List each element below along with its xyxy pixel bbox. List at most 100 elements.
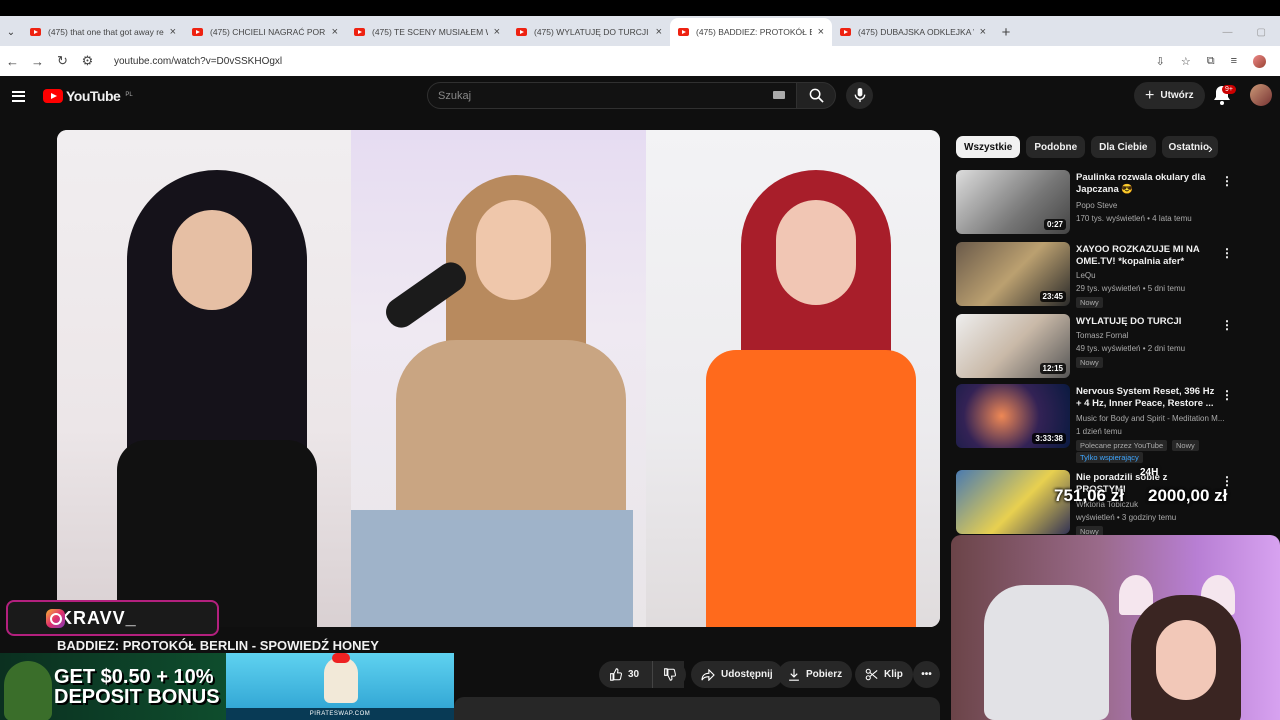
more-actions-button[interactable]: ••• bbox=[913, 661, 940, 688]
extensions-icon[interactable]: ⧉ bbox=[1207, 55, 1215, 68]
new-tab-icon[interactable]: + bbox=[994, 18, 1018, 46]
bookmark-star-icon[interactable]: ☆ bbox=[1181, 55, 1191, 68]
video-player[interactable] bbox=[57, 130, 940, 627]
video-title-main: BADDIEZ: PROTOKÓŁ BERLIN - SPOWIEDŹ HONE… bbox=[57, 638, 379, 653]
channel-name[interactable]: LeQu bbox=[1076, 271, 1096, 280]
video-thumbnail[interactable] bbox=[956, 470, 1070, 534]
share-icon bbox=[701, 668, 715, 681]
more-options-icon[interactable]: ⋮ bbox=[1221, 246, 1233, 260]
browser-tab-6[interactable]: (475) DUBAJSKA ODKLEJKA W × bbox=[832, 18, 994, 46]
tab-close-icon[interactable]: × bbox=[170, 26, 176, 38]
video-panel-right bbox=[645, 130, 940, 627]
video-title[interactable]: Nervous System Reset, 396 Hz + 4 Hz, Inn… bbox=[1076, 386, 1216, 410]
chip-related[interactable]: Podobne bbox=[1026, 136, 1086, 158]
tab-close-icon[interactable]: × bbox=[332, 26, 338, 38]
video-thumbnail[interactable]: 0:27 bbox=[956, 170, 1070, 234]
ad-character bbox=[4, 661, 52, 720]
video-stats: 170 tys. wyświetleń • 4 lata temu bbox=[1076, 214, 1192, 223]
download-button[interactable]: Pobierz bbox=[778, 661, 853, 688]
person-face bbox=[172, 210, 252, 310]
install-app-icon[interactable]: ⇩ bbox=[1156, 55, 1165, 68]
video-thumbnail[interactable]: 12:15 bbox=[956, 314, 1070, 378]
browser-tab-4[interactable]: (475) WYLATUJĘ DO TURCJI - Y × bbox=[508, 18, 670, 46]
chips-next-icon[interactable]: › bbox=[1208, 140, 1213, 156]
back-icon[interactable]: ← bbox=[0, 54, 25, 69]
download-label: Pobierz bbox=[806, 669, 843, 680]
video-title[interactable]: WYLATUJĘ DO TURCJI bbox=[1076, 316, 1216, 328]
tab-title: (475) WYLATUJĘ DO TURCJI - Y bbox=[534, 27, 650, 37]
tab-search-icon[interactable]: ⌄ bbox=[0, 18, 22, 46]
chip-for-you[interactable]: Dla Ciebie bbox=[1091, 136, 1156, 158]
new-badge: Nowy bbox=[1076, 357, 1103, 368]
share-button[interactable]: Udostępnij bbox=[691, 661, 783, 688]
more-horizontal-icon: ••• bbox=[921, 669, 932, 680]
person-jeans bbox=[351, 510, 634, 627]
tab-close-icon[interactable]: × bbox=[494, 26, 500, 38]
recommendation-item[interactable]: 0:27 Paulinka rozwala okulary dla Japcza… bbox=[956, 170, 1236, 236]
plus-icon: + bbox=[1145, 86, 1155, 104]
channel-name[interactable]: Tomasz Fornal bbox=[1076, 331, 1128, 340]
tab-title: (475) TE SCENY MUSIAŁEM WY bbox=[372, 27, 488, 37]
youtube-favicon-icon bbox=[516, 28, 527, 36]
media-controls-icon[interactable]: ≡ bbox=[1231, 55, 1237, 67]
youtube-favicon-icon bbox=[678, 28, 689, 36]
browser-profile-avatar[interactable] bbox=[1253, 54, 1266, 68]
screen-top-strip bbox=[0, 0, 1280, 16]
youtube-favicon-icon bbox=[840, 28, 851, 36]
person-dress bbox=[705, 350, 916, 627]
youtube-logo[interactable]: YouTube PL bbox=[43, 88, 133, 104]
recommendation-item[interactable]: 12:15 WYLATUJĘ DO TURCJI Tomasz Fornal 4… bbox=[956, 314, 1236, 380]
forward-icon[interactable]: → bbox=[25, 54, 50, 69]
keyboard-icon[interactable] bbox=[773, 91, 785, 99]
more-options-icon[interactable]: ⋮ bbox=[1221, 388, 1233, 402]
tab-title: (475) CHCIELI NAGRAĆ POR... bbox=[210, 27, 326, 37]
video-duration: 3:33:38 bbox=[1032, 433, 1066, 444]
account-avatar[interactable] bbox=[1250, 84, 1272, 106]
ad-chicken-mascot bbox=[324, 657, 358, 703]
filter-chips: Wszystkie Podobne Dla Ciebie Ostatnio bbox=[956, 136, 1218, 158]
url-field[interactable]: youtube.com/watch?v=D0vSSKHOgxl bbox=[114, 56, 282, 67]
chip-all[interactable]: Wszystkie bbox=[956, 136, 1021, 158]
reload-icon[interactable]: ↻ bbox=[50, 53, 75, 69]
create-button[interactable]: + Utwórz bbox=[1134, 82, 1205, 109]
browser-tab-2[interactable]: (475) CHCIELI NAGRAĆ POR... × bbox=[184, 18, 346, 46]
donation-goal-label: 24H bbox=[1140, 467, 1159, 478]
minimize-icon[interactable]: — bbox=[1223, 27, 1233, 38]
channel-name[interactable]: Popo Steve bbox=[1076, 201, 1117, 210]
video-title[interactable]: XAYOO ROZKAZUJE MI NA OME.TV! *kopalnia … bbox=[1076, 244, 1216, 268]
search-input[interactable]: Szukaj bbox=[427, 82, 797, 109]
search-button[interactable] bbox=[796, 82, 836, 109]
video-title[interactable]: Paulinka rozwala okulary dla Japczana 😎 bbox=[1076, 172, 1216, 196]
logo-text: YouTube bbox=[66, 88, 121, 104]
description-box[interactable] bbox=[454, 697, 940, 720]
youtube-favicon-icon bbox=[30, 28, 41, 36]
dislike-button[interactable] bbox=[652, 661, 686, 688]
video-stats: 49 tys. wyświetleń • 2 dni temu bbox=[1076, 344, 1186, 353]
more-options-icon[interactable]: ⋮ bbox=[1221, 318, 1233, 332]
more-options-icon[interactable]: ⋮ bbox=[1221, 174, 1233, 188]
recommendation-item[interactable]: 23:45 XAYOO ROZKAZUJE MI NA OME.TV! *kop… bbox=[956, 242, 1236, 308]
address-bar-actions: ⇩ ☆ ⧉ ≡ bbox=[1156, 54, 1280, 68]
tab-close-icon[interactable]: × bbox=[818, 26, 824, 38]
person-face bbox=[775, 200, 856, 305]
maximize-icon[interactable]: ▢ bbox=[1257, 27, 1266, 38]
menu-icon[interactable] bbox=[12, 90, 25, 102]
voice-search-button[interactable] bbox=[846, 82, 873, 109]
video-thumbnail[interactable]: 23:45 bbox=[956, 242, 1070, 306]
recommendation-item[interactable]: 3:33:38 Nervous System Reset, 396 Hz + 4… bbox=[956, 384, 1236, 464]
site-info-icon[interactable]: ⚙ bbox=[75, 53, 100, 69]
ad-footer-text: PIRATESWAP.COM bbox=[226, 708, 454, 720]
channel-name[interactable]: Music for Body and Spirit - Meditation M… bbox=[1076, 414, 1226, 423]
video-thumbnail[interactable]: 3:33:38 bbox=[956, 384, 1070, 448]
address-bar-row: ← → ↻ ⚙ youtube.com/watch?v=D0vSSKHOgxl … bbox=[0, 46, 1280, 76]
tab-close-icon[interactable]: × bbox=[656, 26, 662, 38]
browser-tab-active[interactable]: (475) BADDIEZ: PROTOKÓŁ BER × bbox=[670, 18, 832, 46]
gaming-chair bbox=[984, 585, 1109, 720]
video-stats: wyświetleń • 3 godziny temu bbox=[1076, 513, 1177, 522]
browser-tab-3[interactable]: (475) TE SCENY MUSIAŁEM WY × bbox=[346, 18, 508, 46]
browser-tab-1[interactable]: (475) that one that got away re × bbox=[22, 18, 184, 46]
ad-bonus-text: GET $0.50 + 10% DEPOSIT BONUS bbox=[54, 667, 220, 707]
video-duration: 23:45 bbox=[1039, 291, 1066, 302]
clip-button[interactable]: Klip bbox=[855, 661, 913, 688]
tab-close-icon[interactable]: × bbox=[980, 26, 986, 38]
